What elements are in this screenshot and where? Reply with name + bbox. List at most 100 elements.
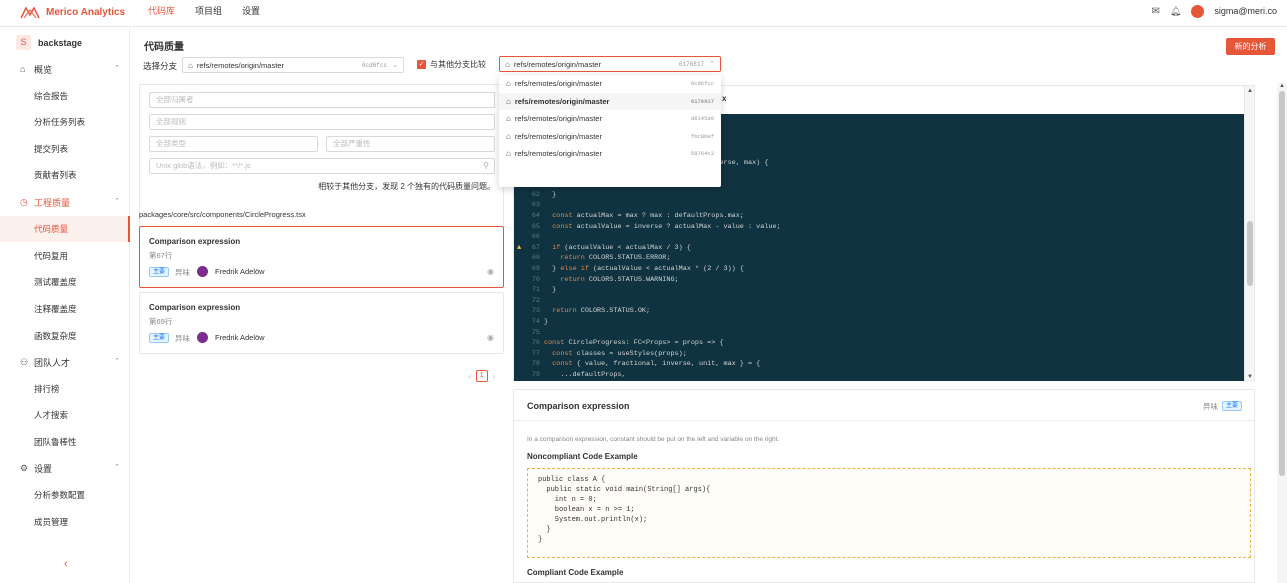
code-line: 75 bbox=[514, 328, 1251, 339]
sidebar-item-code-reuse[interactable]: 代码复用 bbox=[0, 243, 130, 269]
prev-page-icon[interactable]: ‹ bbox=[468, 372, 471, 381]
noncompliant-heading: Noncompliant Code Example bbox=[527, 452, 638, 461]
compare-branch-select[interactable]: ⌂ refs/remotes/origin/master 6176817 ⌃ bbox=[499, 56, 721, 72]
code-line: 79 ...defaultProps, bbox=[514, 370, 1251, 381]
sidebar-item-test-coverage[interactable]: 测试覆盖度 bbox=[0, 269, 130, 295]
app-logo[interactable]: Merico Analytics bbox=[20, 4, 125, 20]
sidebar-item-robustness[interactable]: 团队鲁棒性 bbox=[0, 429, 130, 455]
chevron-down-icon: ⌄ bbox=[392, 62, 398, 69]
nav-settings[interactable]: 设置 bbox=[232, 0, 270, 26]
page-scrollbar[interactable]: ▲ bbox=[1277, 83, 1287, 583]
issue-card[interactable]: Comparison expression 第69行 主要 异味 Fredrik… bbox=[139, 292, 504, 354]
branch-option-selected[interactable]: ⌂ refs/remotes/origin/master 6176817 bbox=[499, 92, 721, 110]
sidebar-group-talent[interactable]: ⚇ 团队人才 ⌃ bbox=[0, 349, 130, 375]
code-line: 68 return COLORS.STATUS.ERROR; bbox=[514, 253, 1251, 264]
branch-home-icon: ⌂ bbox=[506, 149, 511, 159]
sidebar-item-commits[interactable]: 提交列表 bbox=[0, 136, 130, 162]
chevron-up-icon: ⌃ bbox=[114, 65, 120, 72]
user-email[interactable]: sigma@meri.co bbox=[1214, 6, 1277, 16]
mail-icon[interactable]: ✉ bbox=[1152, 6, 1160, 17]
branch-option[interactable]: ⌂ refs/remotes/origin/master 59764c3 bbox=[499, 145, 721, 163]
collapse-sidebar-icon[interactable]: ‹ bbox=[64, 558, 68, 570]
sidebar-group-settings[interactable]: ⚙ 设置 ⌃ bbox=[0, 455, 130, 481]
branch-option-name: refs/remotes/origin/master bbox=[514, 149, 602, 159]
issue-card[interactable]: Comparison expression 第67行 主要 异味 Fredrik… bbox=[139, 226, 504, 288]
branch-option-name: refs/remotes/origin/master bbox=[514, 114, 602, 124]
issue-kind: 异味 bbox=[175, 334, 190, 343]
scroll-thumb[interactable] bbox=[1247, 221, 1253, 286]
sidebar-item-report[interactable]: 综合报告 bbox=[0, 83, 130, 109]
page-1-button[interactable]: 1 bbox=[475, 370, 488, 382]
search-icon[interactable]: ⚲ bbox=[483, 159, 489, 173]
new-analysis-button[interactable]: 新的分析 bbox=[1226, 38, 1275, 55]
scroll-up-icon[interactable]: ▲ bbox=[1279, 83, 1285, 89]
sidebar-item-complexity[interactable]: 函数复杂度 bbox=[0, 323, 130, 349]
chevron-up-icon: ⌃ bbox=[114, 464, 120, 471]
author-avatar bbox=[197, 266, 208, 277]
compare-toggle[interactable]: ✓ 与其他分支比较 bbox=[417, 59, 486, 70]
rule-filter[interactable]: 全部规则 bbox=[149, 114, 495, 130]
sidebar-group-overview[interactable]: ⌂ 概览 ⌃ bbox=[0, 56, 130, 82]
branch-option[interactable]: ⌂ refs/remotes/origin/master d6145a9 bbox=[499, 110, 721, 128]
branch-home-icon: ⌂ bbox=[505, 59, 510, 69]
code-text: } bbox=[544, 286, 557, 295]
sidebar-item-comment-coverage[interactable]: 注释覆盖度 bbox=[0, 296, 130, 322]
eye-icon[interactable]: ◉ bbox=[487, 267, 494, 276]
code-line: 66 bbox=[514, 232, 1251, 243]
sidebar-item-tasks[interactable]: 分析任务列表 bbox=[0, 109, 130, 135]
severity-filter[interactable]: 全部严重性 bbox=[326, 136, 495, 152]
filter-panel: 全部归属者 全部规则 全部类型 全部严重性 Unix glob语法，例如：**/… bbox=[139, 84, 504, 227]
code-text: const actualValue = inverse ? actualMax … bbox=[552, 222, 781, 231]
nav-repos[interactable]: 代码库 bbox=[138, 0, 185, 26]
next-page-icon[interactable]: › bbox=[493, 372, 496, 381]
issue-title: Comparison expression bbox=[149, 303, 241, 312]
type-filter[interactable]: 全部类型 bbox=[149, 136, 318, 152]
project-header[interactable]: S backstage bbox=[16, 35, 82, 50]
sidebar-item-code-quality[interactable]: 代码质量 bbox=[0, 216, 130, 242]
user-area: ✉ 🔔︎ sigma@meri.co bbox=[1152, 4, 1277, 18]
sidebar-item-analysis-config[interactable]: 分析参数配置 bbox=[0, 482, 130, 508]
glob-search-input[interactable]: Unix glob语法，例如：**/*.js ⚲ bbox=[149, 158, 495, 174]
noncompliant-code: public class A { public static void main… bbox=[527, 468, 1251, 558]
scroll-down-icon[interactable]: ▼ bbox=[1247, 374, 1253, 380]
sidebar-group-quality[interactable]: ◷ 工程质量 ⌃ bbox=[0, 189, 130, 215]
branch-home-icon: ⌂ bbox=[506, 96, 511, 106]
code-text: const classes = useStyles(props); bbox=[552, 349, 687, 358]
code-scrollbar[interactable]: ▲ ▼ bbox=[1244, 86, 1254, 382]
rule-severity-badge: 主要 bbox=[1221, 401, 1242, 411]
compare-checkbox[interactable]: ✓ bbox=[417, 60, 426, 69]
scroll-up-icon[interactable]: ▲ bbox=[1247, 88, 1253, 94]
sidebar-item-ranking[interactable]: 排行榜 bbox=[0, 376, 130, 402]
chevron-up-icon: ⌃ bbox=[114, 198, 120, 205]
line-number: 63 bbox=[531, 201, 540, 210]
code-line: 65 const actualValue = inverse ? actualM… bbox=[514, 222, 1251, 233]
sidebar-item-talent-search[interactable]: 人才搜索 bbox=[0, 402, 130, 428]
chevron-up-icon: ⌃ bbox=[114, 358, 120, 365]
sidebar-item-contributors[interactable]: 贡献者列表 bbox=[0, 162, 130, 188]
branch-option[interactable]: ⌂ refs/remotes/origin/master 0cd6fcc bbox=[499, 75, 721, 93]
branch-select[interactable]: ⌂ refs/remotes/origin/master 0cd6fcc ⌄ bbox=[182, 57, 404, 73]
owner-filter[interactable]: 全部归属者 bbox=[149, 92, 495, 108]
eye-icon[interactable]: ◉ bbox=[487, 333, 494, 342]
main-content: 代码质量 新的分析 选择分支 ⌂ refs/remotes/origin/mas… bbox=[130, 27, 1287, 583]
avatar[interactable] bbox=[1191, 4, 1205, 18]
line-number: 78 bbox=[531, 360, 540, 369]
line-number: 76 bbox=[531, 339, 540, 348]
line-number: 79 bbox=[531, 370, 540, 379]
code-text: const actualMax = max ? max : defaultPro… bbox=[552, 211, 744, 220]
warning-icon[interactable]: ▲ bbox=[517, 243, 521, 254]
branch-select-hash: 0cd6fcc bbox=[361, 61, 388, 69]
bell-icon[interactable]: 🔔︎ bbox=[1170, 6, 1181, 17]
code-text: } bbox=[544, 317, 549, 326]
branch-option[interactable]: ⌂ refs/remotes/origin/master fbc8bef bbox=[499, 128, 721, 146]
code-line: 64 const actualMax = max ? max : default… bbox=[514, 211, 1251, 222]
issue-line: 第67行 bbox=[149, 251, 173, 260]
file-path: packages/core/src/components/CircleProgr… bbox=[139, 210, 306, 219]
nav-project-groups[interactable]: 项目组 bbox=[185, 0, 232, 26]
scroll-thumb[interactable] bbox=[1279, 91, 1285, 476]
issue-title: Comparison expression bbox=[149, 237, 241, 246]
rule-kind: 异味 bbox=[1203, 402, 1218, 411]
compliant-heading: Compliant Code Example bbox=[527, 568, 624, 577]
sidebar-item-members[interactable]: 成员管理 bbox=[0, 509, 130, 535]
clock-icon: ◷ bbox=[20, 196, 28, 207]
